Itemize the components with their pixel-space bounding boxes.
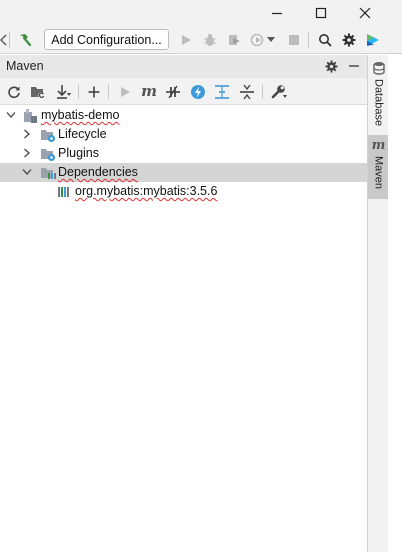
chevron-down-icon <box>6 112 16 118</box>
minimize-window-button[interactable] <box>255 0 299 26</box>
tree-node-label: mybatis-demo <box>41 108 120 122</box>
debug-icon <box>204 34 216 46</box>
maven-project-icon <box>24 109 37 123</box>
search-icon <box>319 34 332 47</box>
profile-icon <box>250 33 264 47</box>
tree-node-label: Plugins <box>58 146 99 160</box>
close-icon <box>359 7 371 19</box>
database-tab[interactable]: Database <box>368 61 389 133</box>
right-tool-stripe: Database m Maven <box>367 55 389 552</box>
maven-tab-label: Maven <box>372 156 385 190</box>
reload-projects-button[interactable] <box>5 82 23 101</box>
settings-wrench-icon <box>271 84 287 98</box>
stop-button[interactable] <box>285 30 303 50</box>
download-sources-button[interactable] <box>54 82 72 101</box>
coverage-button[interactable] <box>225 30 243 50</box>
run-toolbar: Add Configuration... <box>0 26 402 54</box>
maven-project-tree: mybatis-demo Lifecycle Plugins Dependenc… <box>0 106 367 552</box>
library-icon <box>58 187 69 197</box>
tree-node-project[interactable]: mybatis-demo <box>0 106 367 125</box>
generate-sources-icon <box>31 86 45 99</box>
window-title-bar <box>0 0 402 26</box>
chevron-right-icon <box>24 129 30 139</box>
execute-goal-icon: m <box>141 82 157 100</box>
dependencies-folder-icon <box>41 168 56 179</box>
tree-node-plugins[interactable]: Plugins <box>0 144 367 163</box>
settings-button[interactable] <box>340 30 358 50</box>
skip-tests-icon <box>191 84 205 99</box>
expand-arrow[interactable] <box>21 128 33 140</box>
maven-toolbar: m <box>0 78 367 105</box>
maven-settings-button[interactable] <box>270 82 288 101</box>
coverage-icon <box>229 35 240 45</box>
tree-node-label: org.mybatis:mybatis:3.5.6 <box>75 184 218 198</box>
chevron-down-icon <box>22 169 32 175</box>
dropdown-icon <box>267 37 275 42</box>
minimize-panel-icon <box>349 65 359 67</box>
generate-sources-button[interactable] <box>29 82 47 101</box>
stop-icon <box>289 35 299 45</box>
maximize-icon <box>315 7 327 19</box>
minimize-icon <box>272 12 282 15</box>
execute-maven-goal-button[interactable]: m <box>139 82 159 101</box>
run-icon <box>182 35 191 45</box>
collapse-all-button[interactable] <box>238 82 256 101</box>
build-button[interactable] <box>16 30 34 50</box>
collapse-all-icon <box>240 84 254 99</box>
search-everywhere-button[interactable] <box>316 30 334 50</box>
gear-icon <box>324 59 338 73</box>
folder-gear-icon <box>41 130 56 143</box>
hammer-icon <box>20 34 32 47</box>
show-dependencies-icon <box>215 84 229 99</box>
close-window-button[interactable] <box>343 0 387 26</box>
back-button[interactable] <box>0 30 12 50</box>
database-icon <box>372 62 385 75</box>
maven-tab[interactable]: m Maven <box>368 135 389 199</box>
reload-icon <box>8 85 20 98</box>
toggle-offline-mode-button[interactable] <box>164 82 182 101</box>
skip-tests-button[interactable] <box>189 82 207 101</box>
tree-node-label: Lifecycle <box>58 127 107 141</box>
show-dependencies-button[interactable] <box>213 82 231 101</box>
add-icon <box>88 86 100 97</box>
tree-node-dependency[interactable]: org.mybatis:mybatis:3.5.6 <box>0 182 367 201</box>
maven-panel-header: Maven <box>0 55 367 78</box>
toggle-offline-icon <box>166 85 180 98</box>
panel-options-button[interactable] <box>322 57 340 75</box>
download-icon <box>57 84 71 99</box>
tree-node-dependencies[interactable]: Dependencies <box>0 163 367 182</box>
expand-arrow[interactable] <box>5 109 17 121</box>
settings-icon <box>342 33 356 47</box>
expand-arrow[interactable] <box>21 166 33 178</box>
run-button[interactable] <box>177 30 195 50</box>
editor-edge <box>388 55 402 552</box>
folder-gear-icon <box>41 149 56 162</box>
toolbox-icon <box>367 34 379 46</box>
run-maven-build-button[interactable] <box>116 82 134 101</box>
add-maven-project-button[interactable] <box>85 82 103 101</box>
add-configuration-button[interactable]: Add Configuration... <box>44 29 169 50</box>
tree-node-label: Dependencies <box>58 165 138 179</box>
hide-panel-button[interactable] <box>345 57 363 75</box>
database-tab-label: Database <box>372 79 385 127</box>
profile-dropdown-button[interactable] <box>265 30 277 50</box>
toolbox-button[interactable] <box>364 30 382 50</box>
expand-arrow[interactable] <box>21 147 33 159</box>
run-maven-icon <box>121 86 130 97</box>
chevron-right-icon <box>24 148 30 158</box>
debug-button[interactable] <box>201 30 219 50</box>
profile-button[interactable] <box>248 30 266 50</box>
maximize-window-button[interactable] <box>299 0 343 26</box>
maven-m-icon: m <box>371 138 386 153</box>
tree-node-lifecycle[interactable]: Lifecycle <box>0 125 367 144</box>
maven-panel-title: Maven <box>6 59 44 73</box>
